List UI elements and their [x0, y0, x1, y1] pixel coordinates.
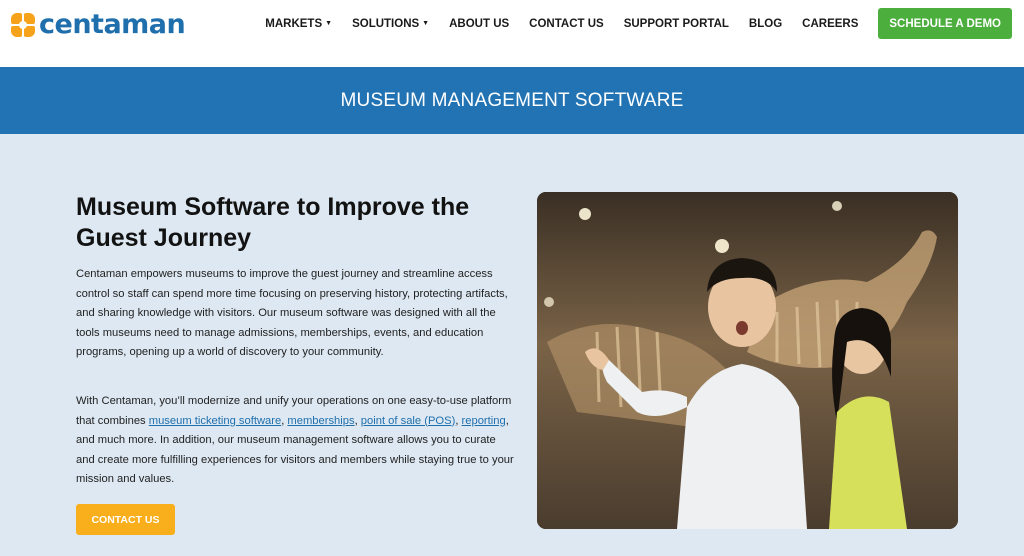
photo-illustration [537, 192, 958, 529]
chevron-down-icon: ▼ [325, 20, 333, 27]
nav-careers[interactable]: CAREERS [802, 18, 858, 30]
main-nav: MARKETS ▼ SOLUTIONS ▼ ABOUT US CONTACT US … [245, 8, 1012, 39]
intro-paragraph: Centaman empowers museums to improve the… [76, 268, 508, 359]
site-header: centaman MARKETS ▼ SOLUTIONS ▼ ABOUT US CO… [0, 0, 1024, 67]
main-content: Museum Software to Improve the Guest Jou… [0, 134, 1024, 556]
section-heading: Museum Software to Improve the Guest Jou… [76, 193, 470, 252]
museum-ticketing-link[interactable]: museum ticketing software [149, 415, 281, 427]
nav-markets[interactable]: MARKETS ▼ [265, 18, 332, 30]
nav-about-us[interactable]: ABOUT US [449, 18, 509, 30]
museum-children-photo [537, 192, 958, 529]
schedule-demo-button[interactable]: SCHEDULE A DEMO [878, 8, 1012, 39]
nav-solutions[interactable]: SOLUTIONS ▼ [352, 18, 429, 30]
nav-contact-us[interactable]: CONTACT US [529, 18, 604, 30]
centaman-logo-icon [11, 12, 35, 37]
centaman-logo[interactable]: centaman [11, 9, 186, 40]
reporting-link[interactable]: reporting [462, 415, 506, 427]
contact-us-button[interactable]: CONTACT US [76, 504, 175, 535]
chevron-down-icon: ▼ [422, 20, 430, 27]
logo-wordmark: centaman [39, 9, 186, 40]
nav-support-portal[interactable]: SUPPORT PORTAL [624, 18, 729, 30]
features-paragraph: With Centaman, you’ll modernize and unif… [76, 395, 514, 486]
memberships-link[interactable]: memberships [287, 415, 354, 427]
page-title: MUSEUM MANAGEMENT SOFTWARE [340, 89, 684, 111]
point-of-sale-link[interactable]: point of sale (POS) [361, 415, 456, 427]
nav-blog[interactable]: BLOG [749, 18, 782, 30]
page-banner: MUSEUM MANAGEMENT SOFTWARE [0, 67, 1024, 134]
